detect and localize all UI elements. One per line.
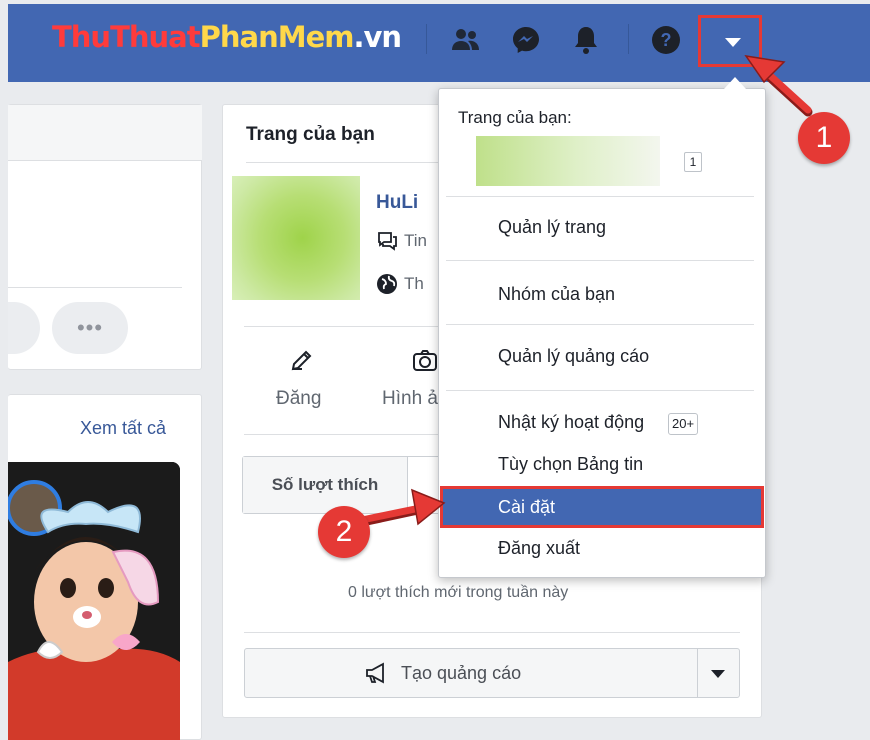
step-1-marker: 1 xyxy=(798,112,850,164)
menu-page-item[interactable] xyxy=(476,136,660,186)
logo-text-3: PhanMem xyxy=(199,20,355,54)
meta-text: Th xyxy=(404,274,424,293)
divider xyxy=(446,196,754,197)
menu-item-news-feed-preferences[interactable]: Tùy chọn Bảng tin xyxy=(498,454,643,475)
logo-text-1: Thu xyxy=(52,20,111,54)
divider xyxy=(446,324,754,325)
divider xyxy=(244,632,740,633)
logo-text-2: Thuat xyxy=(110,20,201,54)
page-globe-row: Th xyxy=(376,273,424,295)
page-count-badge: 1 xyxy=(684,152,702,172)
account-menu-button[interactable] xyxy=(698,15,762,67)
create-ad-text: Tạo quảng cáo xyxy=(401,662,522,683)
create-ad-label-group: Tạo quảng cáo xyxy=(365,662,521,684)
profile-photo[interactable] xyxy=(8,462,180,740)
divider xyxy=(446,260,754,261)
messenger-icon[interactable] xyxy=(508,22,544,58)
divider xyxy=(697,649,698,697)
megaphone-icon xyxy=(366,662,384,684)
page-name-link[interactable]: HuLi xyxy=(376,192,418,214)
step-2-marker: 2 xyxy=(318,506,370,558)
post-action-button[interactable]: Đăng xyxy=(276,348,336,412)
edit-pencil-icon xyxy=(291,350,312,371)
post-action-label: Đăng xyxy=(276,388,322,409)
menu-pointer xyxy=(724,77,746,89)
menu-item-settings-label: Cài đặt xyxy=(498,497,556,517)
menu-item-activity-log[interactable]: Nhật ký hoạt động xyxy=(498,412,644,433)
menu-item-your-groups[interactable]: Nhóm của bạn xyxy=(498,284,615,305)
photo-action-label: Hình ả xyxy=(382,388,438,409)
card-header xyxy=(8,105,202,161)
divider xyxy=(628,24,629,54)
likes-note: 0 lượt thích mới trong tuần này xyxy=(348,584,569,601)
photo-action-button[interactable]: Hình ả xyxy=(380,348,438,412)
menu-item-settings[interactable]: Cài đặt xyxy=(440,486,764,528)
panel-title: Trang của bạn xyxy=(246,124,375,145)
menu-item-manage-pages[interactable]: Quản lý trang xyxy=(498,217,606,238)
notifications-bell-icon[interactable] xyxy=(568,22,604,58)
page-messages-row: Tin xyxy=(376,231,427,251)
divider xyxy=(446,390,754,391)
divider xyxy=(8,287,182,288)
site-logo[interactable]: ThuThuatPhanMem.vn xyxy=(52,20,402,54)
friend-requests-icon[interactable] xyxy=(448,22,484,58)
logo-text-4: .vn xyxy=(353,20,402,54)
globe-icon xyxy=(377,274,397,294)
activity-count-badge: 20+ xyxy=(668,413,699,435)
meta-text: Tin xyxy=(404,231,427,250)
svg-text:?: ? xyxy=(661,30,672,50)
divider xyxy=(426,24,427,54)
chevron-down-icon[interactable] xyxy=(711,670,725,678)
chevron-down-icon xyxy=(725,38,741,47)
message-bubble-icon xyxy=(378,232,397,251)
page-thumbnail[interactable] xyxy=(232,176,360,300)
create-ad-button[interactable]: Tạo quảng cáo xyxy=(244,648,740,698)
your-pages-label: Trang của bạn: xyxy=(458,108,572,127)
see-all-link[interactable]: Xem tất cả xyxy=(80,418,166,439)
menu-item-manage-ads[interactable]: Quản lý quảng cáo xyxy=(498,346,649,367)
more-options-icon[interactable]: ••• xyxy=(52,302,128,354)
help-icon[interactable]: ? xyxy=(648,22,684,58)
tab-likes[interactable]: Số lượt thích xyxy=(243,457,408,513)
camera-icon xyxy=(413,350,437,371)
menu-item-log-out[interactable]: Đăng xuất xyxy=(498,538,580,559)
